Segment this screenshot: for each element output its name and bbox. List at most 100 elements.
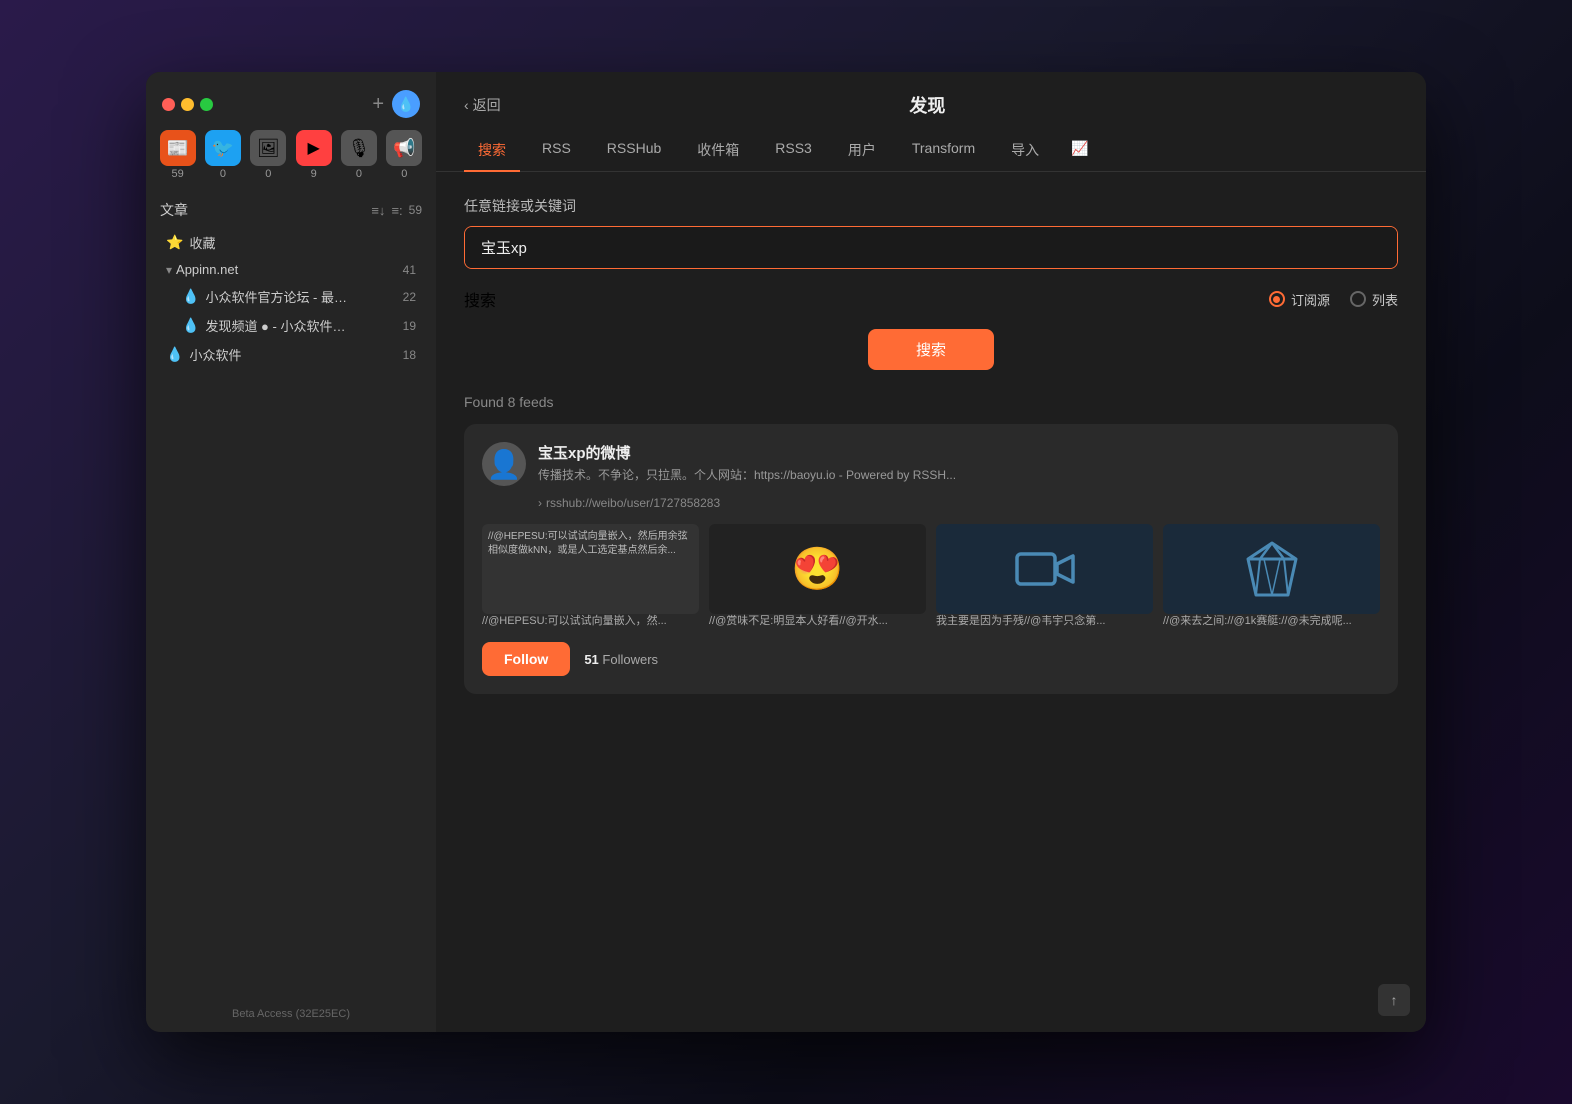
feed-url-text: rsshub://weibo/user/1727858283 — [546, 496, 720, 510]
twitter-icon: 🐦 — [205, 130, 241, 166]
feed-footer: Follow 51 Followers — [482, 642, 1380, 676]
radio-list[interactable]: 列表 — [1350, 290, 1398, 309]
discover-label: 发现频道 ● - 小众软件… — [205, 316, 396, 335]
video-icon: ▶ — [296, 130, 332, 166]
avatar: 👤 — [482, 442, 526, 486]
preview-caption-4: //@来去之间://@1k赛艇://@未完成呢... — [1163, 614, 1380, 628]
chevron-right-icon: › — [538, 496, 542, 510]
preview-caption-2: //@赏味不足:明显本人好看//@开水... — [709, 614, 926, 628]
source-mic[interactable]: 🎙 0 — [339, 130, 378, 180]
megaphone-badge: 0 — [401, 168, 407, 180]
scroll-top-button[interactable]: ↑ — [1378, 984, 1410, 1016]
source-twitter[interactable]: 🐦 0 — [203, 130, 242, 180]
drop-icon-3: 💧 — [166, 346, 183, 363]
source-megaphone[interactable]: 📢 0 — [385, 130, 424, 180]
preview-item-3[interactable]: 我主要是因为手残//@韦宇只念第... — [936, 524, 1153, 628]
radio-group: 订阅源 列表 — [1269, 290, 1398, 309]
tab-inbox[interactable]: 收件箱 — [683, 130, 753, 172]
video-badge: 9 — [311, 168, 317, 180]
search-section: 任意链接或关键词 搜索 订阅源 — [464, 196, 1398, 370]
back-button[interactable]: ‹ 返回 — [464, 95, 501, 115]
titlebar: + 💧 — [146, 72, 436, 130]
app-logo: 💧 — [392, 90, 420, 118]
radio-list-circle — [1350, 291, 1366, 307]
sidebar-folder-appinn[interactable]: ▾ Appinn.net 41 — [160, 257, 422, 282]
close-dot[interactable] — [162, 98, 175, 111]
feed-card: 👤 宝玉xp的微博 传播技术。不争论，只拉黑。个人网站：https://baoy… — [464, 424, 1398, 694]
preview-caption-1: //@HEPESU:可以试试向量嵌入，然... — [482, 614, 699, 628]
tab-import[interactable]: 导入 — [997, 130, 1053, 172]
chevron-down-icon: ▾ — [166, 263, 172, 277]
sidebar-item-xiazhong[interactable]: 💧 小众软件 18 — [160, 340, 422, 369]
search-label: 任意链接或关键词 — [464, 196, 1398, 216]
tab-rss[interactable]: RSS — [528, 130, 585, 172]
sort-icon-2[interactable]: ≡: — [391, 203, 402, 218]
folder-count: 41 — [403, 263, 416, 277]
preview-thumb-4 — [1163, 524, 1380, 614]
follow-button[interactable]: Follow — [482, 642, 570, 676]
sidebar-item-bookmarks[interactable]: ⭐ 收藏 — [160, 228, 422, 257]
main-content: ‹ 返回 发现 搜索 RSS RSSHub 收件箱 RSS3 用户 Transf… — [436, 72, 1426, 1032]
app-window: + 💧 📰 59 🐦 0 🖼 0 ▶ 9 🎙 0 — [146, 72, 1426, 1032]
tab-rsshub[interactable]: RSSHub — [593, 130, 675, 172]
feed-url[interactable]: › rsshub://weibo/user/1727858283 — [538, 496, 1380, 510]
xiazhong-label: 小众软件 — [189, 345, 396, 364]
preview-item-4[interactable]: //@来去之间://@1k赛艇://@未完成呢... — [1163, 524, 1380, 628]
options-label: 搜索 — [464, 287, 496, 311]
rss-badge: 59 — [172, 168, 184, 180]
add-button[interactable]: + — [372, 94, 384, 114]
page-title: 发现 — [517, 92, 1338, 118]
search-button[interactable]: 搜索 — [868, 329, 994, 370]
traffic-lights — [162, 98, 213, 111]
tab-transform[interactable]: Transform — [898, 130, 989, 172]
source-image[interactable]: 🖼 0 — [249, 130, 288, 180]
feed-header: 👤 宝玉xp的微博 传播技术。不争论，只拉黑。个人网站：https://baoy… — [482, 442, 1380, 486]
preview-thumb-3 — [936, 524, 1153, 614]
tab-trending[interactable]: 📈 — [1061, 130, 1098, 172]
followers-text: 51 Followers — [584, 652, 658, 667]
gem-icon — [1240, 539, 1304, 599]
tab-rss3[interactable]: RSS3 — [761, 130, 826, 172]
followers-count: 51 — [584, 652, 598, 667]
bookmarks-label: 收藏 — [189, 233, 416, 252]
feed-info: 宝玉xp的微博 传播技术。不争论，只拉黑。个人网站：https://baoyu.… — [538, 442, 1380, 484]
xiazhong-count: 18 — [403, 348, 416, 362]
search-options-row: 搜索 订阅源 列表 — [464, 287, 1398, 311]
articles-section: 文章 ≡↓ ≡: 59 ⭐ 收藏 ▾ Appinn.net 41 💧 小众 — [146, 192, 436, 377]
star-icon: ⭐ — [166, 234, 183, 251]
minimize-dot[interactable] — [181, 98, 194, 111]
feed-name: 宝玉xp的微博 — [538, 442, 1380, 463]
preview-thumb-2: 😍 — [709, 524, 926, 614]
search-input-wrap — [464, 226, 1398, 269]
megaphone-icon: 📢 — [386, 130, 422, 166]
folder-label: Appinn.net — [176, 262, 399, 277]
sidebar-item-forum[interactable]: 💧 小众软件官方论坛 - 最… 22 — [176, 282, 422, 311]
found-label: Found 8 feeds — [464, 394, 1398, 410]
sidebar: + 💧 📰 59 🐦 0 🖼 0 ▶ 9 🎙 0 — [146, 72, 436, 1032]
mic-icon: 🎙 — [341, 130, 377, 166]
sidebar-sort-controls: ≡↓ ≡: 59 — [371, 203, 422, 218]
back-label: 返回 — [473, 95, 501, 115]
preview-item-2[interactable]: 😍 //@赏味不足:明显本人好看//@开水... — [709, 524, 926, 628]
search-input[interactable] — [465, 227, 1397, 268]
source-video[interactable]: ▶ 9 — [294, 130, 333, 180]
tab-users[interactable]: 用户 — [834, 130, 890, 172]
mic-badge: 0 — [356, 168, 362, 180]
tab-search[interactable]: 搜索 — [464, 130, 520, 172]
preview-caption-3: 我主要是因为手残//@韦宇只念第... — [936, 614, 1153, 628]
titlebar-actions: + 💧 — [372, 90, 420, 118]
articles-label: 文章 — [160, 200, 188, 220]
sidebar-item-discover[interactable]: 💧 发现频道 ● - 小众软件… 19 — [176, 311, 422, 340]
sort-icon-1[interactable]: ≡↓ — [371, 203, 385, 218]
forum-label: 小众软件官方论坛 - 最… — [205, 287, 396, 306]
preview-thumb-1: //@HEPESU:可以试试向量嵌入，然后用余弦相似度做kNN，或是人工选定基点… — [482, 524, 699, 614]
beta-label: Beta Access (32E25EC) — [146, 996, 436, 1032]
preview-item-1[interactable]: //@HEPESU:可以试试向量嵌入，然后用余弦相似度做kNN，或是人工选定基点… — [482, 524, 699, 628]
followers-label-text: Followers — [602, 652, 658, 667]
source-rss[interactable]: 📰 59 — [158, 130, 197, 180]
radio-subscribe[interactable]: 订阅源 — [1269, 290, 1330, 309]
articles-header: 文章 ≡↓ ≡: 59 — [160, 200, 422, 220]
search-btn-row: 搜索 — [464, 329, 1398, 370]
discover-count: 19 — [403, 319, 416, 333]
maximize-dot[interactable] — [200, 98, 213, 111]
